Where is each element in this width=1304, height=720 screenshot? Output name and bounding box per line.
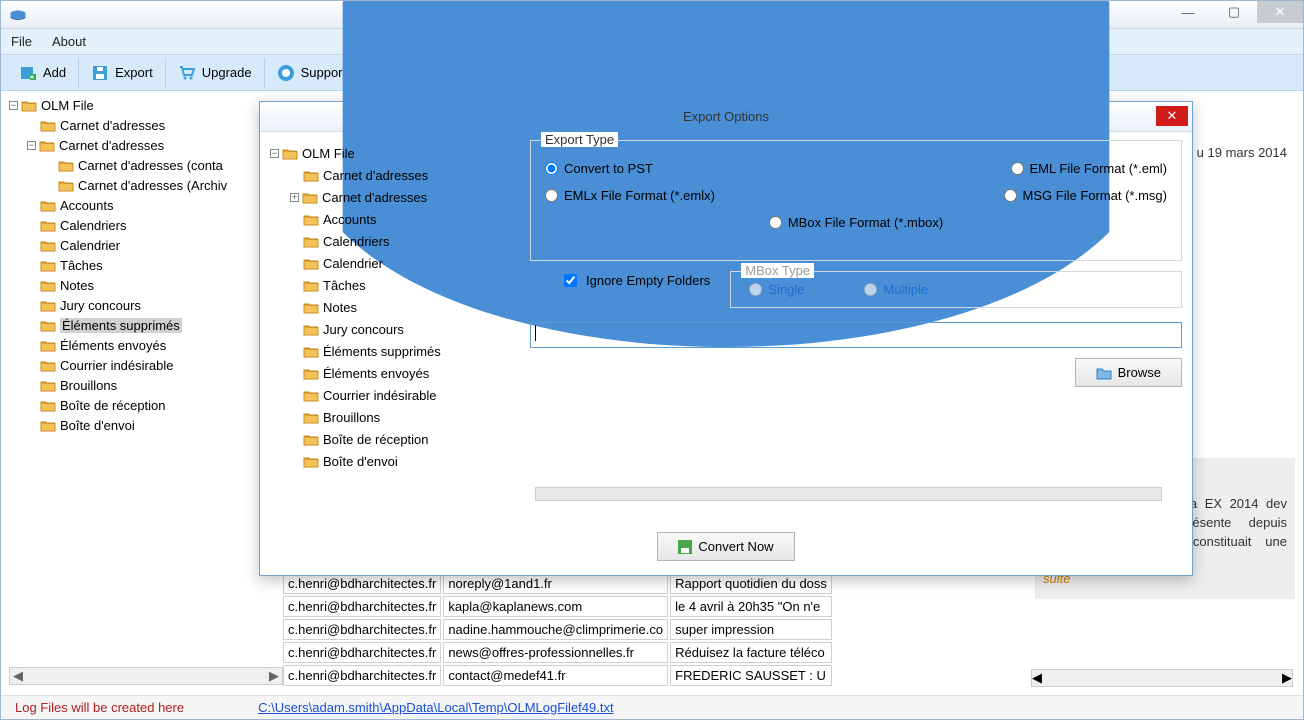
tree-item[interactable]: Brouillons — [270, 406, 520, 428]
mbox-type-fieldset: MBox Type Single Multiple — [730, 271, 1182, 308]
tree-item[interactable]: Boîte d'envoi — [270, 450, 520, 472]
tree-item[interactable]: Accounts — [9, 195, 269, 215]
tree-item[interactable]: Éléments supprimés — [9, 315, 269, 335]
add-icon — [19, 64, 37, 82]
message-list-table[interactable]: c.henri@bdharchitectes.frnoreply@1and1.f… — [281, 571, 834, 688]
tree-item[interactable]: −OLM File — [9, 95, 269, 115]
maximize-button[interactable]: ▢ — [1211, 1, 1257, 23]
radio-mbox[interactable]: MBox File Format (*.mbox) — [769, 215, 943, 230]
tree-item[interactable]: +Carnet d'adresses — [270, 186, 520, 208]
export-type-fieldset: Export Type Convert to PST EML File Form… — [530, 140, 1182, 261]
tree-item[interactable]: Boîte de réception — [270, 428, 520, 450]
save-icon — [91, 64, 109, 82]
tree-item[interactable]: Calendrier — [270, 252, 520, 274]
dialog-hscrollbar[interactable] — [535, 487, 1162, 501]
log-file-link[interactable]: C:\Users\adam.smith\AppData\Local\Temp\O… — [258, 700, 613, 715]
export-button[interactable]: Export — [79, 58, 166, 88]
upgrade-button[interactable]: Upgrade — [166, 58, 265, 88]
tree-item[interactable]: Éléments supprimés — [270, 340, 520, 362]
radio-emlx[interactable]: EMLx File Format (*.emlx) — [545, 188, 715, 203]
table-row[interactable]: c.henri@bdharchitectes.frcontact@medef41… — [283, 665, 832, 686]
tree-item[interactable]: Accounts — [270, 208, 520, 230]
export-type-legend: Export Type — [541, 132, 618, 147]
menu-about[interactable]: About — [52, 34, 86, 49]
tree-item[interactable]: Boîte d'envoi — [9, 415, 269, 435]
tree-item[interactable]: Carnet d'adresses (Archiv — [9, 175, 269, 195]
tree-item[interactable]: Tâches — [9, 255, 269, 275]
cart-icon — [178, 64, 196, 82]
tree-item[interactable]: Éléments envoyés — [9, 335, 269, 355]
menu-file[interactable]: File — [11, 34, 32, 49]
close-window-button[interactable]: ✕ — [1257, 1, 1303, 23]
tree-item[interactable]: Courrier indésirable — [270, 384, 520, 406]
dialog-title: Export Options — [260, 109, 1192, 124]
output-path-input[interactable] — [530, 322, 1182, 348]
folder-icon — [1096, 366, 1112, 380]
table-row[interactable]: c.henri@bdharchitectes.frnews@offres-pro… — [283, 642, 832, 663]
tree-item[interactable]: Carnet d'adresses — [9, 115, 269, 135]
radio-pst[interactable]: Convert to PST — [545, 161, 653, 176]
status-label: Log Files will be created here — [1, 700, 198, 715]
add-button[interactable]: Add — [7, 58, 79, 88]
table-row[interactable]: c.henri@bdharchitectes.frnoreply@1and1.f… — [283, 573, 832, 594]
browse-button[interactable]: Browse — [1075, 358, 1182, 387]
app-icon — [9, 8, 27, 22]
tree-item[interactable]: Courrier indésirable — [9, 355, 269, 375]
app-window: Softaken OLM to PST Converter - Full Ver… — [0, 0, 1304, 720]
mbox-type-legend: MBox Type — [741, 263, 814, 278]
radio-mbox-single[interactable]: Single — [749, 282, 804, 297]
tree-item[interactable]: Carnet d'adresses (conta — [9, 155, 269, 175]
tree-hscrollbar[interactable]: ◀▶ — [9, 667, 283, 685]
convert-now-button[interactable]: Convert Now — [657, 532, 794, 561]
ignore-empty-checkbox[interactable]: Ignore Empty Folders — [560, 271, 710, 290]
radio-mbox-multiple[interactable]: Multiple — [864, 282, 928, 297]
tree-item[interactable]: Notes — [9, 275, 269, 295]
tree-item[interactable]: Calendrier — [9, 235, 269, 255]
tree-item[interactable]: Jury concours — [270, 318, 520, 340]
dialog-folder-tree[interactable]: −OLM FileCarnet d'adresses+Carnet d'adre… — [270, 142, 520, 515]
tree-item[interactable]: Carnet d'adresses — [270, 164, 520, 186]
tree-item[interactable]: −Carnet d'adresses — [9, 135, 269, 155]
export-options-dialog: Export Options ✕ −OLM FileCarnet d'adres… — [259, 101, 1193, 576]
tree-item[interactable]: Éléments envoyés — [270, 362, 520, 384]
tree-item[interactable]: Notes — [270, 296, 520, 318]
tree-item[interactable]: Calendriers — [270, 230, 520, 252]
table-row[interactable]: c.henri@bdharchitectes.frkapla@kaplanews… — [283, 596, 832, 617]
tree-item[interactable]: Brouillons — [9, 375, 269, 395]
tree-item[interactable]: −OLM File — [270, 142, 520, 164]
tree-item[interactable]: Tâches — [270, 274, 520, 296]
tree-item[interactable]: Jury concours — [9, 295, 269, 315]
tree-item[interactable]: Boîte de réception — [9, 395, 269, 415]
tree-item[interactable]: Calendriers — [9, 215, 269, 235]
statusbar: Log Files will be created here C:\Users\… — [1, 695, 1303, 719]
table-row[interactable]: c.henri@bdharchitectes.frnadine.hammouch… — [283, 619, 832, 640]
preview-hscrollbar[interactable]: ◀▶ — [1031, 669, 1293, 687]
dialog-close-button[interactable]: ✕ — [1156, 106, 1188, 126]
radio-eml[interactable]: EML File Format (*.eml) — [1011, 161, 1167, 176]
radio-msg[interactable]: MSG File Format (*.msg) — [1004, 188, 1167, 203]
disk-icon — [678, 540, 692, 554]
main-folder-tree[interactable]: −OLM FileCarnet d'adresses−Carnet d'adre… — [9, 95, 269, 665]
